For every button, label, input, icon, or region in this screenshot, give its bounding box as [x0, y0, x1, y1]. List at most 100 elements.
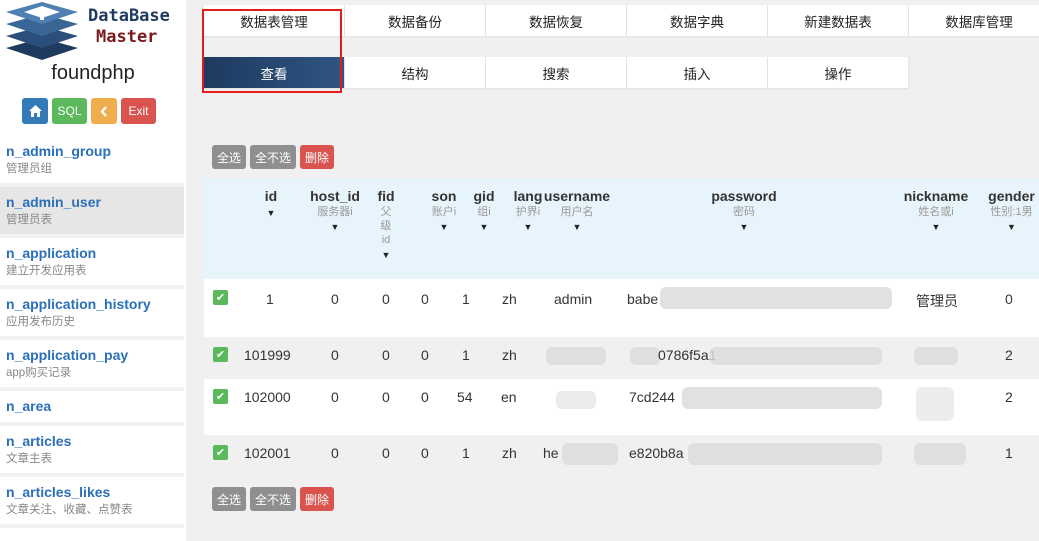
column-comment: 姓名或i — [918, 206, 954, 218]
column-header-host-id[interactable]: host_id 服务器i ▼ — [308, 188, 362, 232]
sidebar-item-n-articles[interactable]: n_articles 文章主表 — [0, 426, 184, 477]
cell-id: 102001 — [244, 445, 291, 461]
delete-button[interactable]: 删除 — [300, 487, 335, 511]
cell-username: admin — [554, 291, 593, 307]
column-comment: 组i — [477, 206, 491, 218]
tab-backup[interactable]: 数据备份 — [345, 5, 486, 36]
sort-down-icon: ▼ — [479, 222, 489, 232]
data-table: id ▼ host_id 服务器i ▼ fid 父级id ▼ son 账户i ▼ — [204, 178, 1039, 479]
cell-gender: 2 — [1005, 389, 1013, 405]
sidebar-item-n-application-pay[interactable]: n_application_pay app购买记录 — [0, 340, 184, 391]
sort-down-icon: ▼ — [1007, 222, 1016, 232]
column-name: nickname — [903, 188, 969, 204]
tab-search[interactable]: 搜索 — [486, 57, 627, 88]
quick-buttons: SQL Exit — [22, 98, 156, 124]
tab-insert[interactable]: 插入 — [627, 57, 768, 88]
sidebar-item-n-articles-likes[interactable]: n_articles_likes 文章关注、收藏、点赞表 — [0, 477, 184, 528]
tab-new-table[interactable]: 新建数据表 — [768, 5, 909, 36]
sidebar: DataBase Master foundphp SQL Exit n_admi… — [0, 0, 186, 541]
column-header-fid[interactable]: fid 父级id ▼ — [375, 188, 397, 260]
sub-nav: 查看 结构 搜索 插入 操作 — [204, 57, 909, 88]
row-checkbox[interactable]: ✔ — [213, 290, 228, 305]
table-desc: 文章主表 — [6, 453, 52, 465]
cell-fid: 0 — [382, 291, 390, 307]
redaction-blur — [916, 387, 954, 421]
redaction-blur — [556, 391, 596, 409]
column-header-password[interactable]: password 密码 ▼ — [704, 188, 784, 232]
logo-title-line2: Master — [96, 27, 158, 47]
cell-lang: zh — [502, 347, 517, 363]
cell-id: 101999 — [244, 347, 291, 363]
column-header-nickname[interactable]: nickname 姓名或i ▼ — [898, 188, 974, 232]
sidebar-item-n-admin-user[interactable]: n_admin_user 管理员表 — [0, 187, 184, 238]
sidebar-item-n-area[interactable]: n_area — [0, 391, 184, 426]
table-row[interactable]: ✔ 101999 0 0 0 1 zh 0786f5a1 2 — [204, 337, 1039, 379]
select-none-button[interactable]: 全不选 — [250, 145, 297, 169]
select-all-button[interactable]: 全选 — [212, 145, 247, 169]
table-row[interactable]: ✔ 1 0 0 0 1 zh admin babe 管理员 0 — [204, 279, 1039, 337]
cell-password: babe — [627, 291, 659, 307]
cell-fid: 0 — [382, 347, 390, 363]
cell-son: 0 — [421, 291, 429, 307]
column-header-id[interactable]: id ▼ — [251, 188, 291, 218]
cell-son: 0 — [421, 389, 429, 405]
check-icon: ✔ — [215, 292, 226, 304]
sort-down-icon: ▼ — [739, 222, 749, 232]
tab-table-management[interactable]: 数据表管理 — [204, 5, 345, 36]
column-name: id — [264, 188, 278, 204]
sort-down-icon: ▼ — [439, 222, 449, 232]
select-all-button[interactable]: 全选 — [212, 487, 247, 511]
table-desc: 应用发布历史 — [6, 316, 75, 328]
table-row[interactable]: ✔ 102000 0 0 0 54 en 7cd244 2 — [204, 379, 1039, 435]
column-header-gid[interactable]: gid 组i ▼ — [470, 188, 498, 232]
cell-gid: 1 — [462, 291, 470, 307]
tab-restore[interactable]: 数据恢复 — [486, 5, 627, 36]
table-desc: app购买记录 — [6, 367, 72, 379]
column-name: host_id — [310, 188, 360, 204]
cell-lang: zh — [502, 291, 517, 307]
column-header-gender[interactable]: gender 性别:1男 ▼ — [984, 188, 1039, 232]
back-button[interactable] — [91, 98, 117, 124]
redaction-blur — [562, 443, 618, 465]
cell-gid: 54 — [457, 389, 473, 405]
tab-operations[interactable]: 操作 — [768, 57, 909, 88]
redaction-blur — [688, 443, 882, 465]
delete-button[interactable]: 删除 — [300, 145, 335, 169]
column-name: username — [543, 188, 611, 204]
table-row[interactable]: ✔ 102001 0 0 0 1 zh he e820b8a 1 — [204, 435, 1039, 479]
row-checkbox[interactable]: ✔ — [213, 347, 228, 362]
tab-browse[interactable]: 查看 — [204, 57, 345, 88]
cell-password: e820b8a — [629, 445, 684, 461]
logo[interactable]: DataBase Master — [0, 0, 186, 60]
cell-son: 0 — [421, 445, 429, 461]
cell-nickname: 管理员 — [916, 293, 958, 309]
exit-button[interactable]: Exit — [121, 98, 156, 124]
sql-button[interactable]: SQL — [52, 98, 87, 124]
table-desc: 管理员表 — [6, 214, 52, 226]
home-icon — [28, 105, 42, 117]
select-none-button[interactable]: 全不选 — [250, 487, 297, 511]
redaction-blur — [682, 387, 882, 409]
cell-gender: 0 — [1005, 291, 1013, 307]
home-button[interactable] — [22, 98, 48, 124]
sidebar-item-n-application-history[interactable]: n_application_history 应用发布历史 — [0, 289, 184, 340]
column-header-son[interactable]: son 账户i ▼ — [428, 188, 460, 232]
cell-lang: en — [501, 389, 517, 405]
cell-password: 7cd244 — [629, 389, 675, 405]
sidebar-item-n-application[interactable]: n_application 建立开发应用表 — [0, 238, 184, 289]
column-comment: 性别:1男 — [990, 206, 1033, 218]
tab-dictionary[interactable]: 数据字典 — [627, 5, 768, 36]
column-comment: 密码 — [733, 206, 755, 218]
tab-database-management[interactable]: 数据库管理 — [909, 5, 1039, 36]
database-logo-icon — [6, 2, 78, 60]
row-checkbox[interactable]: ✔ — [213, 389, 228, 404]
tab-structure[interactable]: 结构 — [345, 57, 486, 88]
row-checkbox[interactable]: ✔ — [213, 445, 228, 460]
redaction-blur — [710, 347, 882, 365]
logo-title-line1: DataBase — [88, 6, 170, 26]
cell-host-id: 0 — [331, 291, 339, 307]
column-header-username[interactable]: username 用户名 ▼ — [539, 188, 615, 232]
cell-id: 102000 — [244, 389, 291, 405]
check-icon: ✔ — [215, 391, 226, 403]
sidebar-item-n-admin-group[interactable]: n_admin_group 管理员组 — [0, 136, 184, 187]
